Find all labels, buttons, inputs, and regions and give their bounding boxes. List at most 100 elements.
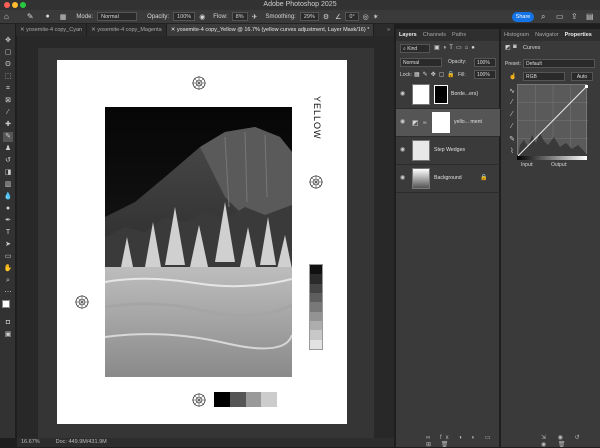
history-brush-tool-icon[interactable]: ↺: [3, 156, 13, 166]
brush-tool-icon[interactable]: ✎: [3, 132, 13, 142]
layer-row[interactable]: ◉ Background 🔒: [396, 165, 500, 193]
foreground-color-swatch[interactable]: [2, 300, 10, 308]
layer-filter-kind-select[interactable]: ⌕ Kind: [400, 44, 430, 53]
layer-row[interactable]: ◉ Step Wedges: [396, 137, 500, 165]
pressure-size-icon[interactable]: ◎: [363, 13, 369, 21]
tab-yellow[interactable]: ✕ yosemite-4 copy_Yellow @ 16.7% (yellow…: [166, 24, 375, 36]
hand-tool-icon[interactable]: ✋: [3, 264, 13, 274]
tab-magenta[interactable]: ✕ yosemite-4 copy_Magenta: [87, 24, 167, 36]
blend-mode-select[interactable]: Normal: [400, 58, 442, 67]
output-label: Output:: [551, 162, 568, 168]
brush-preset-icon[interactable]: ●: [46, 13, 50, 20]
angle-field[interactable]: 0°: [345, 12, 359, 21]
workspace-icon[interactable]: ▭: [556, 12, 564, 22]
artboard-tool-icon[interactable]: ▢: [3, 48, 13, 58]
layer-opacity-field[interactable]: 100%: [474, 58, 496, 67]
quick-mask-icon[interactable]: ◘: [3, 318, 13, 328]
symmetry-icon[interactable]: ✶: [373, 13, 379, 21]
zoom-tool-icon[interactable]: ⌕: [3, 276, 13, 286]
gradient-tool-icon[interactable]: ▥: [3, 180, 13, 190]
eyedropper-gray-icon[interactable]: ⁄: [507, 110, 517, 120]
eraser-tool-icon[interactable]: ◨: [3, 168, 13, 178]
brush-settings-icon[interactable]: ▦: [60, 13, 67, 21]
fill-label: Fill:: [458, 72, 466, 78]
airbrush-icon[interactable]: ✈: [252, 13, 258, 21]
eyedropper-white-icon[interactable]: ⁄: [507, 122, 517, 132]
screen-mode-icon[interactable]: ▣: [3, 330, 13, 340]
brush-tool-icon[interactable]: ✎: [27, 12, 34, 21]
more-tools-icon[interactable]: ⋯: [3, 288, 13, 298]
lasso-tool-icon[interactable]: ʘ: [3, 60, 13, 70]
wedge-step: [310, 274, 322, 284]
smooth-curve-icon[interactable]: ⌇: [507, 147, 517, 157]
curves-input-gradient: [517, 156, 587, 160]
zoom-level[interactable]: 16.67%: [21, 438, 40, 447]
wedge-step: [261, 392, 277, 407]
layer-border-thumbnail: [434, 85, 448, 104]
layer-row[interactable]: ◉ Borde...ers}: [396, 81, 500, 109]
move-tool-icon[interactable]: ✥: [3, 36, 13, 46]
eyedropper-black-icon[interactable]: ⁄: [507, 98, 517, 108]
layer-fill-field[interactable]: 100%: [474, 70, 496, 79]
tab-paths[interactable]: Paths: [449, 29, 469, 41]
search-icon[interactable]: ⌕: [541, 12, 545, 22]
frame-tool-icon[interactable]: ⊠: [3, 96, 13, 106]
healing-brush-tool-icon[interactable]: ✚: [3, 120, 13, 130]
mode-select[interactable]: Normal: [97, 12, 138, 21]
layer-filter-icons[interactable]: ▣◑T▭⌂●: [434, 44, 478, 51]
curves-pencil-edit-icon[interactable]: ∿: [507, 87, 517, 97]
lock-icon: 🔒: [480, 175, 488, 181]
workspace-switcher-icon[interactable]: ▤: [586, 12, 594, 22]
opacity-field[interactable]: 100%: [173, 12, 196, 21]
object-selection-tool-icon[interactable]: ⬚: [3, 72, 13, 82]
share-icon[interactable]: ⇪: [571, 12, 578, 22]
rectangle-tool-icon[interactable]: ▭: [3, 252, 13, 262]
tab-cyan[interactable]: ✕ yosemite-4 copy_Cyan: [16, 24, 88, 36]
pressure-opacity-icon[interactable]: ◉: [199, 13, 205, 21]
channel-select[interactable]: RGB: [523, 72, 565, 81]
curves-graph[interactable]: [517, 84, 589, 157]
smoothing-settings-icon[interactable]: ⚙: [323, 13, 329, 21]
home-icon[interactable]: ⌂: [4, 12, 9, 21]
curve-point-icon[interactable]: ✎: [507, 135, 517, 145]
minimize-window-button[interactable]: [12, 2, 18, 8]
clone-stamp-tool-icon[interactable]: ♟: [3, 144, 13, 154]
visibility-eye-icon[interactable]: ◉: [400, 118, 405, 125]
preset-select[interactable]: Default: [523, 59, 595, 68]
mask-icon[interactable]: ◙: [513, 44, 517, 50]
tab-label: yosemite-4 copy_Yellow @ 16.7% (yellow c…: [176, 27, 370, 33]
target-adjust-icon[interactable]: ☝: [509, 73, 516, 80]
tabs-overflow-button[interactable]: »: [383, 24, 394, 36]
pen-tool-icon[interactable]: ✒: [3, 216, 13, 226]
blur-tool-icon[interactable]: 💧: [3, 192, 13, 202]
visibility-eye-icon[interactable]: ◉: [400, 174, 405, 181]
tab-properties[interactable]: Properties: [562, 29, 595, 41]
visibility-eye-icon[interactable]: ◉: [400, 90, 405, 97]
link-icon[interactable]: ∞: [423, 120, 427, 126]
tab-label: yosemite-4 copy_Magenta: [97, 27, 162, 33]
layers-panel-footer-icons[interactable]: ∞ fx ◑ ◐ ▭ ⊞ 🗑: [426, 434, 499, 448]
share-button[interactable]: Share: [512, 12, 534, 22]
lock-label: Lock:: [400, 72, 412, 78]
eyedropper-tool-icon[interactable]: ⁄: [3, 108, 13, 118]
path-selection-tool-icon[interactable]: ➤: [3, 240, 13, 250]
close-window-button[interactable]: [4, 2, 10, 8]
visibility-eye-icon[interactable]: ◉: [400, 146, 405, 153]
zoom-window-button[interactable]: [20, 2, 26, 8]
properties-footer-icons[interactable]: ⇲ ◉ ↺ ◉ 🗑: [541, 434, 600, 448]
tab-histogram[interactable]: Histogram: [501, 29, 532, 41]
lock-icons[interactable]: ▦✎✥▢🔒: [414, 71, 458, 78]
tab-layers[interactable]: Layers: [396, 29, 420, 41]
tab-channels[interactable]: Channels: [420, 29, 449, 41]
flow-field[interactable]: 8%: [231, 12, 248, 21]
type-tool-icon[interactable]: T: [3, 228, 13, 238]
wedge-step: [310, 292, 322, 303]
tab-navigator[interactable]: Navigator: [532, 29, 562, 41]
crop-tool-icon[interactable]: ⌗: [3, 84, 13, 94]
layer-mask-thumbnail[interactable]: [432, 112, 450, 133]
wedge-step: [310, 265, 322, 275]
smoothing-field[interactable]: 29%: [299, 12, 319, 21]
layer-row-selected[interactable]: ◉ ◩ ∞ yello... ment: [396, 109, 500, 137]
auto-button[interactable]: Auto: [571, 72, 593, 81]
dodge-tool-icon[interactable]: ●: [3, 204, 13, 214]
